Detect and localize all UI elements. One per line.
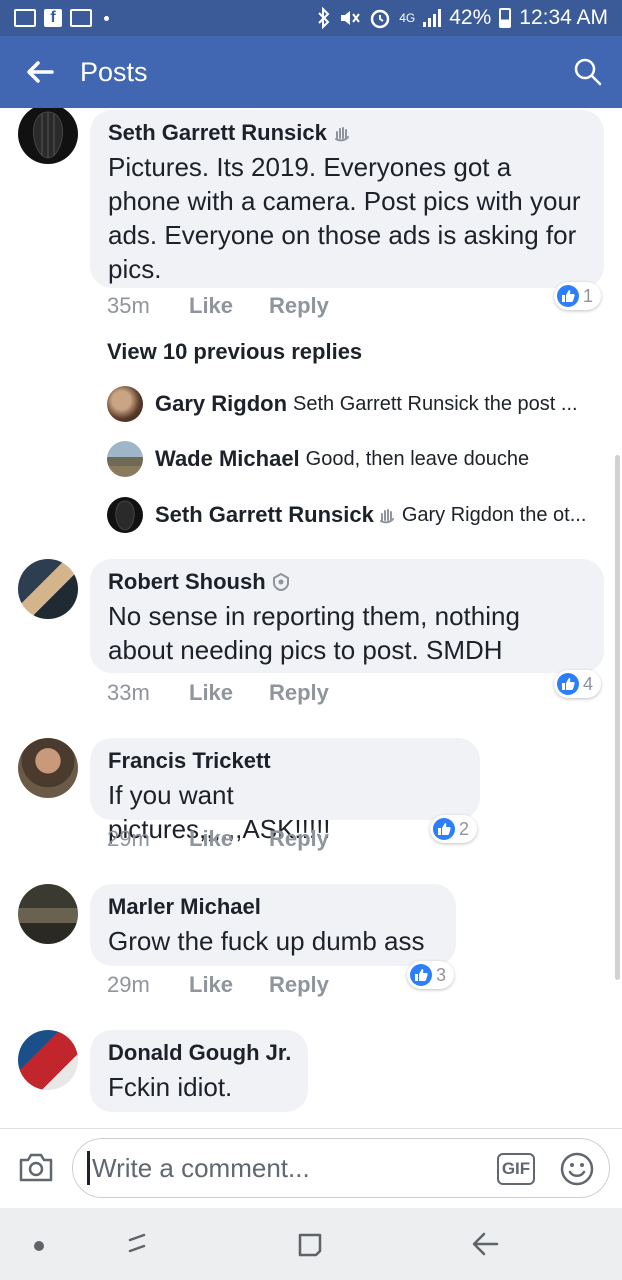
reaction-count[interactable]: 4 [554, 670, 602, 698]
thumbs-up-icon [557, 673, 579, 695]
like-button[interactable]: Like [189, 972, 269, 998]
mail-notification-icon [70, 9, 92, 27]
comment-text: Pictures. Its 2019. Everyones got a phon… [108, 152, 581, 284]
comment-author[interactable]: Seth Garrett Runsick [108, 120, 586, 146]
text-cursor [87, 1151, 90, 1185]
avatar[interactable] [18, 108, 78, 164]
wave-badge-icon [379, 509, 394, 524]
back-arrow-icon [27, 61, 54, 83]
reaction-count[interactable]: 1 [554, 282, 602, 310]
comment-bubble[interactable]: Francis Trickett If you want pictures,,,… [90, 738, 480, 844]
search-icon [574, 58, 602, 86]
avatar[interactable] [18, 884, 78, 944]
thumbs-up-icon [557, 285, 579, 307]
avatar[interactable] [107, 386, 143, 422]
back-button[interactable] [0, 36, 80, 108]
comment-placeholder: Write a comment... [92, 1152, 310, 1183]
camera-icon [19, 1153, 53, 1182]
reply-author[interactable]: Seth Garrett Runsick [155, 502, 396, 528]
comment-bubble[interactable]: Seth Garrett Runsick Pictures. Its 2019.… [90, 110, 604, 288]
reply-item[interactable]: Gary Rigdon Seth Garrett Runsick the pos… [107, 386, 597, 422]
comment-text: Grow the fuck up dumb ass [108, 926, 425, 956]
facebook-notification-icon: f [44, 9, 62, 27]
signal-icon [423, 9, 442, 27]
comment-composer: Write a comment... GIF [0, 1128, 622, 1208]
comment-actions: 29m Like Reply [107, 972, 329, 998]
like-button[interactable]: Like [189, 293, 269, 319]
avatar[interactable] [18, 1030, 78, 1090]
avatar[interactable] [107, 497, 143, 533]
reply-button[interactable]: Reply [269, 293, 329, 319]
avatar[interactable] [18, 738, 78, 798]
wave-badge-icon [334, 127, 349, 142]
comment-text: Fckin idiot. [108, 1072, 233, 1102]
smiley-icon [560, 1152, 594, 1186]
reaction-count[interactable]: 2 [430, 815, 478, 843]
comment-bubble[interactable]: Robert Shoush No sense in reporting them… [90, 559, 604, 673]
nav-dot-icon[interactable] [34, 1241, 44, 1251]
comment-author[interactable]: Francis Trickett [108, 748, 462, 774]
comment-input[interactable]: Write a comment... GIF [72, 1138, 610, 1198]
search-button[interactable] [572, 56, 604, 88]
more-notifications-icon [104, 15, 109, 21]
reply-button[interactable]: Reply [269, 826, 329, 852]
gallery-notification-icon [14, 9, 36, 27]
home-icon[interactable] [296, 1231, 324, 1259]
emoji-button[interactable] [559, 1151, 595, 1187]
reply-author[interactable]: Gary Rigdon [155, 391, 287, 417]
comment-bubble[interactable]: Marler Michael Grow the fuck up dumb ass [90, 884, 456, 966]
comment-actions: 35m Like Reply [107, 293, 329, 319]
page-title: Posts [80, 56, 148, 87]
recent-apps-icon[interactable] [122, 1228, 152, 1258]
comment-time: 29m [107, 826, 150, 851]
reply-text: Gary Rigdon the ot... [401, 503, 587, 526]
reply-text: Good, then leave douche [305, 447, 530, 470]
like-button[interactable]: Like [189, 680, 269, 706]
reply-button[interactable]: Reply [269, 972, 329, 998]
mute-icon [341, 11, 361, 25]
battery-icon [499, 8, 512, 28]
reply-text: Seth Garrett Runsick the post ... [293, 392, 578, 415]
comment-time: 35m [107, 293, 150, 318]
battery-percent: 42% [449, 6, 492, 29]
comment-time: 29m [107, 972, 150, 997]
comment-time: 33m [107, 680, 150, 705]
network-type: 4G [399, 11, 416, 25]
app-header: Posts [0, 36, 622, 108]
like-button[interactable]: Like [189, 826, 269, 852]
thumbs-up-icon [410, 964, 432, 986]
comments-list[interactable]: Seth Garrett Runsick Pictures. Its 2019.… [0, 108, 622, 1128]
status-bar: f 4G 42% 12:34 AM [0, 0, 622, 36]
scrollbar[interactable] [615, 455, 620, 980]
reply-author[interactable]: Wade Michael [155, 446, 300, 472]
camera-button[interactable] [18, 1151, 54, 1183]
shield-badge-icon [272, 573, 289, 591]
comment-author[interactable]: Donald Gough Jr. [108, 1040, 291, 1066]
comment-text: No sense in reporting them, nothing abou… [108, 601, 520, 665]
reaction-count[interactable]: 3 [407, 961, 455, 989]
reply-item[interactable]: Wade Michael Good, then leave douche [107, 441, 597, 477]
reply-item[interactable]: Seth Garrett Runsick Gary Rigdon the ot.… [107, 497, 597, 533]
view-previous-replies-link[interactable]: View 10 previous replies [107, 339, 362, 365]
avatar[interactable] [107, 441, 143, 477]
comment-author[interactable]: Robert Shoush [108, 569, 586, 595]
avatar[interactable] [18, 559, 78, 619]
bluetooth-icon [318, 7, 330, 29]
gif-button[interactable]: GIF [497, 1153, 535, 1185]
thumbs-up-icon [433, 818, 455, 840]
comment-actions: 33m Like Reply [107, 680, 329, 706]
comment-author[interactable]: Marler Michael [108, 894, 438, 920]
back-nav-icon[interactable] [470, 1230, 500, 1258]
comment-actions: 29m Like Reply [107, 826, 329, 852]
system-nav-bar [0, 1208, 622, 1280]
alarm-icon [370, 9, 390, 29]
comment-bubble[interactable]: Donald Gough Jr. Fckin idiot. [90, 1030, 308, 1112]
reply-button[interactable]: Reply [269, 680, 329, 706]
clock: 12:34 AM [519, 6, 608, 29]
